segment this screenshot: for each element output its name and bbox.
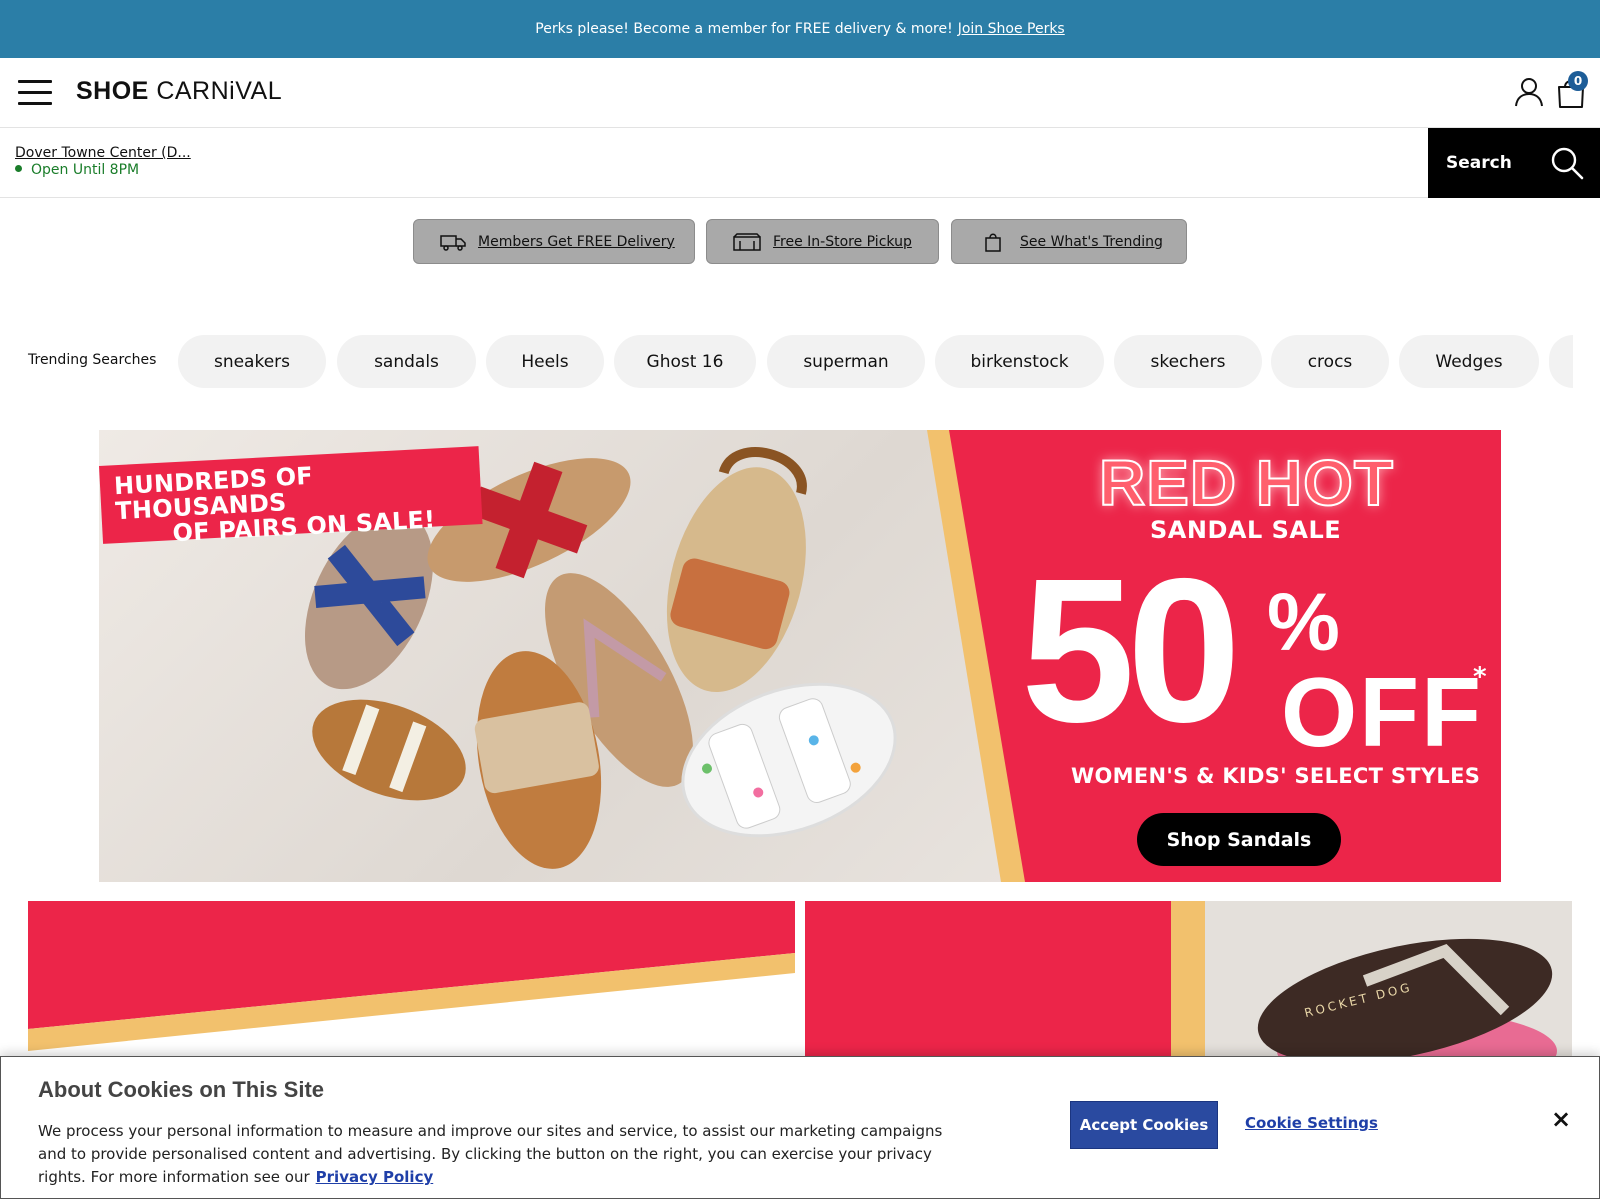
sandal-kids <box>312 699 466 801</box>
trending-chip[interactable]: sneakers <box>178 335 326 388</box>
logo-word-carnival: CARNiVAL <box>156 77 283 105</box>
shoe-carnival-logo[interactable]: SHOE CARNiVAL <box>76 77 282 106</box>
trending-chip-overflow[interactable] <box>1549 335 1573 388</box>
account-icon[interactable] <box>1513 76 1545 108</box>
cookie-banner: About Cookies on This Site We process yo… <box>0 1056 1600 1199</box>
red-hot-title: RED HOT <box>1098 446 1394 520</box>
cookie-body-text: We process your personal information to … <box>38 1122 943 1186</box>
perk-label: Members Get FREE Delivery <box>478 233 675 250</box>
cookie-title: About Cookies on This Site <box>38 1077 325 1102</box>
perk-label: Free In-Store Pickup <box>773 233 912 250</box>
trending-chip[interactable]: skechers <box>1114 335 1262 388</box>
cookie-body: We process your personal information to … <box>38 1120 948 1189</box>
shop-sandals-button[interactable]: Shop Sandals <box>1137 813 1341 866</box>
store-selector-link[interactable]: Dover Towne Center (D... <box>15 145 191 161</box>
store-search-bar: Dover Towne Center (D... Open Until 8PM … <box>0 128 1600 198</box>
trending-chip[interactable]: Ghost 16 <box>614 335 756 388</box>
discount-number: 50 <box>1021 536 1241 765</box>
trending-chip[interactable]: Heels <box>486 335 604 388</box>
trending-chip[interactable]: Wedges <box>1399 335 1539 388</box>
perk-in-store-pickup[interactable]: Free In-Store Pickup <box>706 219 939 264</box>
trending-searches-label: Trending Searches <box>28 352 157 368</box>
store-hours-text: Open Until 8PM <box>31 162 140 178</box>
shopping-bag-icon <box>985 233 1001 252</box>
store-hours: Open Until 8PM <box>15 162 139 178</box>
privacy-policy-link[interactable]: Privacy Policy <box>316 1168 434 1186</box>
discount-asterisk: * <box>1473 662 1487 692</box>
close-icon[interactable]: × <box>1551 1107 1571 1131</box>
trending-chip[interactable]: sandals <box>337 335 476 388</box>
truck-icon <box>440 234 466 251</box>
cart-count-badge: 0 <box>1568 71 1588 91</box>
search-button[interactable]: Search <box>1428 128 1600 198</box>
promo-tile-left[interactable] <box>28 901 795 1056</box>
search-input[interactable] <box>210 138 1390 188</box>
menu-icon[interactable] <box>18 80 52 106</box>
discount-off: OFF <box>1281 657 1483 767</box>
hero-description: WOMEN'S & KIDS' SELECT STYLES <box>1071 764 1481 788</box>
store-icon <box>733 232 761 251</box>
logo-word-shoe: SHOE <box>76 77 149 105</box>
perk-free-delivery[interactable]: Members Get FREE Delivery <box>413 219 695 264</box>
tile-left-graphic <box>28 901 795 1056</box>
promo-text: Perks please! Become a member for FREE d… <box>535 21 953 37</box>
join-shoe-perks-link[interactable]: Join Shoe Perks <box>958 21 1065 37</box>
cookie-settings-link[interactable]: Cookie Settings <box>1245 1114 1378 1132</box>
search-icon <box>1551 147 1584 180</box>
trending-chip[interactable]: crocs <box>1271 335 1389 388</box>
hero-banner[interactable]: HUNDREDS OF THOUSANDS OF PAIRS ON SALE! … <box>99 430 1501 882</box>
accept-cookies-button[interactable]: Accept Cookies <box>1070 1101 1218 1149</box>
tile-right-graphic <box>805 901 1572 1056</box>
perk-label: See What's Trending <box>1020 233 1163 250</box>
promo-banner: Perks please! Become a member for FREE d… <box>0 0 1600 58</box>
trending-chip[interactable]: birkenstock <box>935 335 1104 388</box>
perk-trending[interactable]: See What's Trending <box>951 219 1187 264</box>
trending-chip[interactable]: superman <box>767 335 925 388</box>
site-header: SHOE CARNiVAL 0 <box>0 58 1600 128</box>
promo-tile-right[interactable]: ROCKET DOG <box>805 901 1572 1056</box>
open-status-dot <box>15 164 22 172</box>
sandal-espadrille <box>666 447 807 693</box>
search-button-label: Search <box>1446 153 1512 173</box>
